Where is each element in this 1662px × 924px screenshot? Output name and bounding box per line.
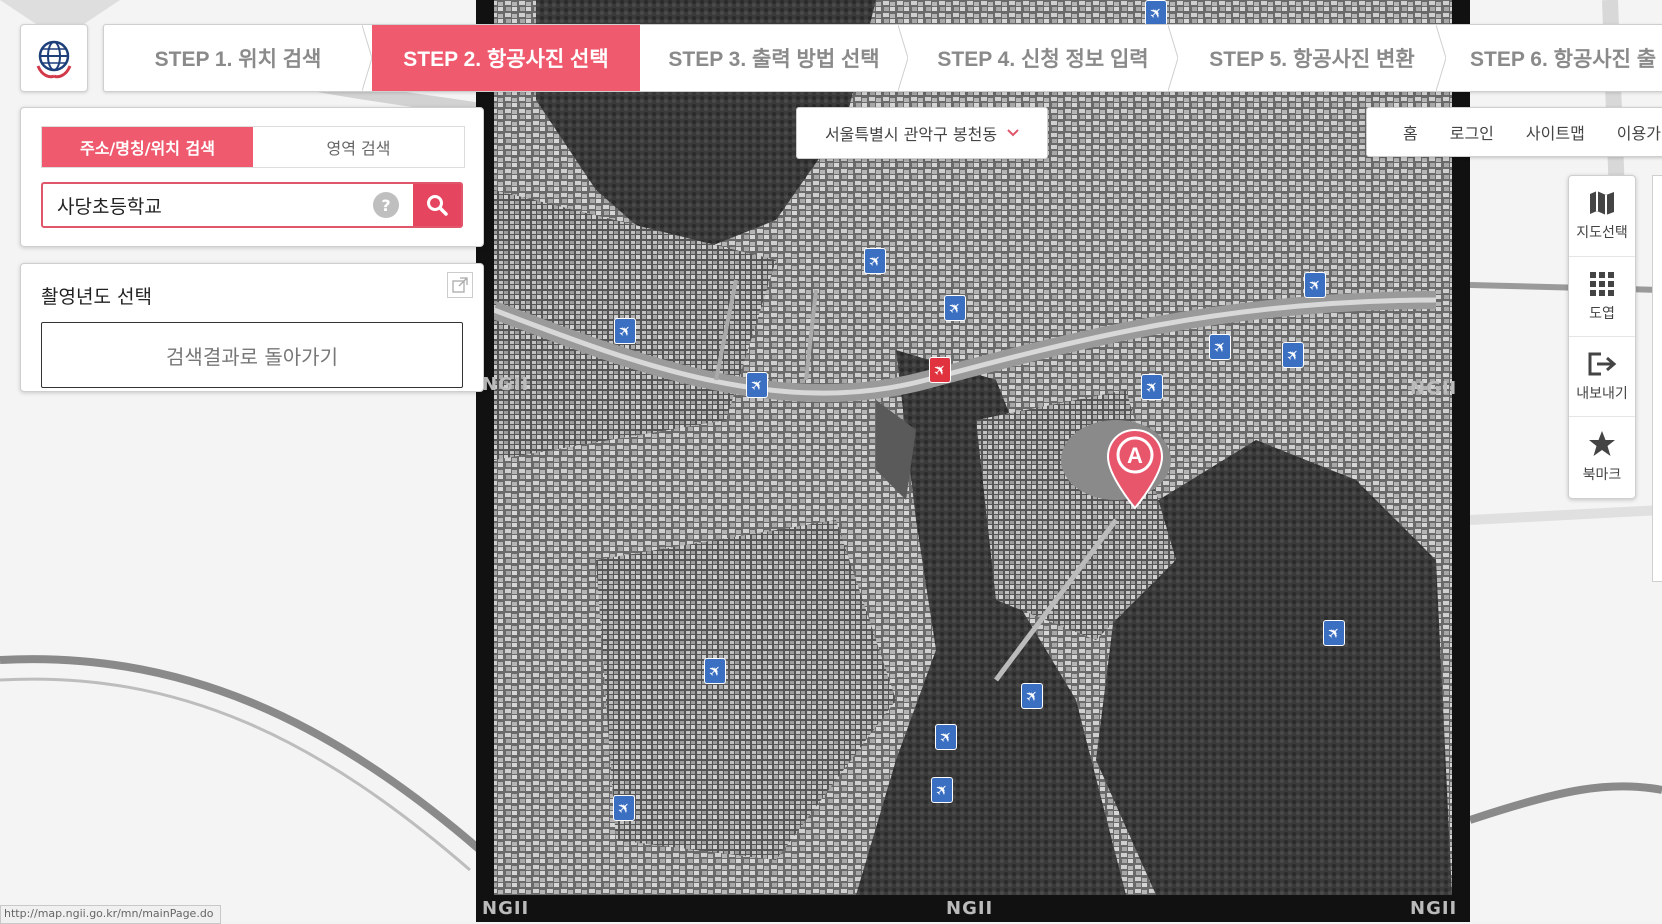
plane-marker[interactable]: [931, 777, 953, 803]
location-marker-a[interactable]: A: [1106, 428, 1164, 510]
map-icon: [1590, 191, 1614, 215]
sheet-button[interactable]: 도엽: [1569, 256, 1635, 337]
link-login[interactable]: 로그인: [1450, 120, 1494, 144]
search-panel: 주소/명칭/위치 검색 영역 검색 ?: [20, 107, 484, 247]
export-button[interactable]: 내보내기: [1569, 336, 1635, 417]
plane-marker[interactable]: [1304, 272, 1326, 298]
step-4-tab[interactable]: STEP 4. 신청 정보 입력: [908, 25, 1178, 91]
search-box: ?: [41, 182, 463, 228]
step-1-tab[interactable]: STEP 1. 위치 검색: [104, 25, 372, 91]
step-5-tab[interactable]: STEP 5. 항공사진 변환: [1178, 25, 1446, 91]
map-select-button[interactable]: 지도선택: [1569, 176, 1635, 256]
plane-marker[interactable]: [1282, 342, 1304, 368]
photo-watermark: NGII: [482, 898, 530, 919]
top-links: 홈 로그인 사이트맵 이용가이: [1366, 107, 1662, 157]
right-toolbar: 지도선택 도엽 내보내기 북마크: [1568, 175, 1636, 499]
plane-marker[interactable]: [864, 248, 886, 274]
plane-marker[interactable]: [613, 795, 635, 821]
step-6-tab[interactable]: STEP 6. 항공사진 출: [1446, 25, 1662, 91]
link-sitemap[interactable]: 사이트맵: [1526, 120, 1585, 144]
logo[interactable]: [20, 24, 88, 92]
help-icon[interactable]: ?: [373, 192, 399, 218]
plane-marker[interactable]: [944, 295, 966, 321]
plane-marker[interactable]: [614, 318, 636, 344]
plane-marker[interactable]: [1323, 620, 1345, 646]
photo-watermark: NGII: [1410, 378, 1458, 399]
link-home[interactable]: 홈: [1403, 120, 1418, 144]
step-3-tab[interactable]: STEP 3. 출력 방법 선택: [640, 25, 908, 91]
search-input[interactable]: [43, 184, 373, 226]
search-icon: [427, 195, 448, 216]
step-2-tab[interactable]: STEP 2. 항공사진 선택: [372, 25, 640, 91]
grid-icon: [1590, 272, 1614, 296]
link-guide[interactable]: 이용가이: [1617, 120, 1662, 144]
marker-label: A: [1127, 443, 1143, 468]
search-tabs: 주소/명칭/위치 검색 영역 검색: [41, 126, 465, 168]
photo-watermark: NGII: [482, 374, 530, 395]
export-icon: [1588, 352, 1617, 376]
popout-icon[interactable]: [447, 272, 473, 298]
plane-marker[interactable]: [1145, 0, 1167, 26]
globe-logo-icon: [36, 40, 72, 79]
tab-area-search[interactable]: 영역 검색: [253, 127, 464, 167]
step-navigation: STEP 1. 위치 검색 STEP 2. 항공사진 선택 STEP 3. 출력…: [103, 24, 1662, 92]
photo-watermark: NGII: [1410, 898, 1458, 919]
year-title: 촬영년도 선택: [41, 286, 152, 308]
search-button[interactable]: [413, 184, 461, 226]
plane-marker[interactable]: [1021, 683, 1043, 709]
plane-marker[interactable]: [704, 658, 726, 684]
plane-marker[interactable]: [1209, 334, 1231, 360]
bookmark-button[interactable]: 북마크: [1569, 416, 1635, 497]
location-dropdown[interactable]: 서울특별시 관악구 봉천동: [796, 107, 1048, 159]
location-label: 서울특별시 관악구 봉천동: [824, 125, 998, 144]
plane-marker[interactable]: [1141, 374, 1163, 400]
photo-watermark: NGII: [946, 898, 994, 919]
right-side-panel-edge: [1652, 175, 1662, 582]
star-icon: [1589, 431, 1615, 456]
plane-marker[interactable]: [935, 724, 957, 750]
back-to-results-button[interactable]: 검색결과로 돌아가기: [41, 322, 463, 388]
status-url: http://map.ngii.go.kr/mn/mainPage.do: [0, 905, 221, 924]
tab-address-search[interactable]: 주소/명칭/위치 검색: [42, 127, 253, 167]
chevron-down-icon: [1007, 129, 1019, 137]
year-panel: 촬영년도 선택 검색결과로 돌아가기: [20, 263, 484, 392]
plane-marker-selected[interactable]: [929, 357, 951, 383]
plane-marker[interactable]: [746, 372, 768, 398]
